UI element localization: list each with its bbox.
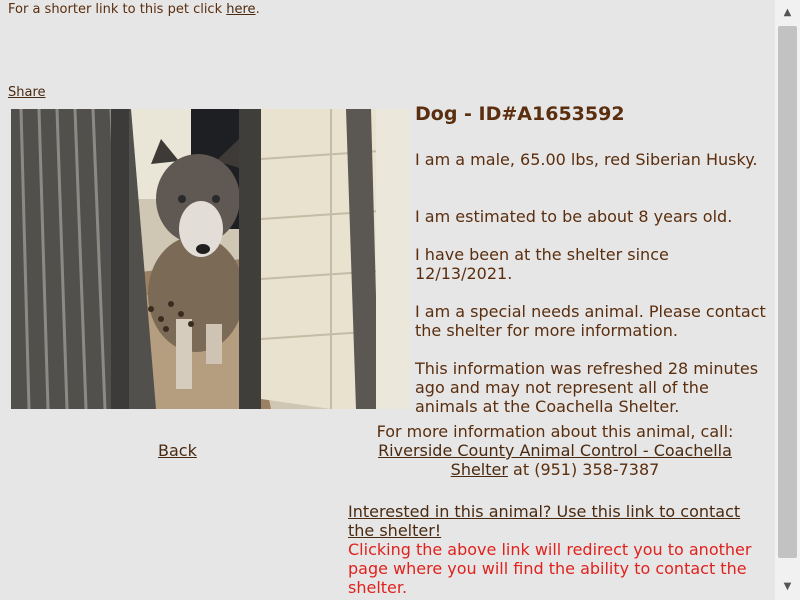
special-needs: I am a special needs animal. Please cont… xyxy=(415,302,766,340)
shorter-link-here[interactable]: here xyxy=(226,2,255,17)
shorter-link-suffix: . xyxy=(255,2,260,17)
contact-line: Riverside County Animal Control - Coache… xyxy=(350,441,760,479)
pet-details-page: For a shorter link to this pet click her… xyxy=(0,0,775,600)
animal-title: Dog - ID#A1653592 xyxy=(415,103,625,125)
shelter-phone: at (951) 358-7387 xyxy=(513,460,660,479)
vertical-scrollbar[interactable]: ▲ ▼ xyxy=(775,0,800,600)
animal-description: I am a male, 65.00 lbs, red Siberian Hus… xyxy=(415,150,758,169)
scrollbar-thumb[interactable] xyxy=(778,26,797,558)
contact-intro: For more information about this animal, … xyxy=(376,422,734,441)
shorter-link-line: For a shorter link to this pet click her… xyxy=(8,2,260,17)
animal-age: I am estimated to be about 8 years old. xyxy=(415,207,733,226)
back-link[interactable]: Back xyxy=(158,441,197,460)
share-link[interactable]: Share xyxy=(8,85,46,100)
shelter-since: I have been at the shelter since 12/13/2… xyxy=(415,245,669,283)
pet-photo-image xyxy=(11,109,411,409)
scroll-up-arrow-icon[interactable]: ▲ xyxy=(775,2,800,24)
scroll-down-arrow-icon[interactable]: ▼ xyxy=(775,576,800,598)
interested-section: Interested in this animal? Use this link… xyxy=(348,502,768,597)
refresh-notice: This information was refreshed 28 minute… xyxy=(415,359,759,416)
contact-info: For more information about this animal, … xyxy=(350,422,760,479)
pet-photo xyxy=(11,109,411,409)
redirect-warning: Clicking the above link will redirect yo… xyxy=(348,540,752,597)
shorter-link-text: For a shorter link to this pet click xyxy=(8,2,223,17)
interested-link[interactable]: Interested in this animal? Use this link… xyxy=(348,502,740,540)
